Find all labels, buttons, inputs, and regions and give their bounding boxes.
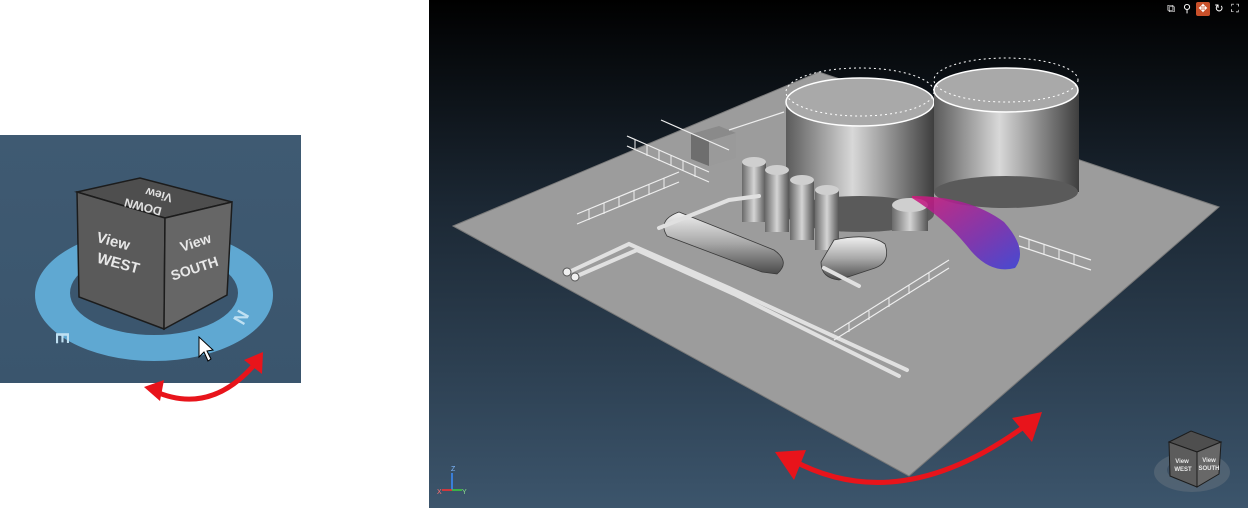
3d-viewport[interactable]: ⧉ ⚲ ✥ ↻ ⛶ View WEST View SOUTH Z X Y bbox=[429, 0, 1248, 508]
axis-triad: Z X Y bbox=[437, 466, 467, 496]
mini-cube-west-label-1: View bbox=[1175, 459, 1189, 465]
mini-cube-south-label-1: View bbox=[1202, 458, 1216, 464]
compass-east-label: E bbox=[52, 332, 72, 344]
pipe-end bbox=[562, 267, 572, 277]
rotate-icon[interactable]: ↻ bbox=[1212, 2, 1226, 16]
axis-z-label: Z bbox=[451, 466, 456, 473]
viewport-toolbar: ⧉ ⚲ ✥ ↻ ⛶ bbox=[1164, 2, 1242, 16]
rotate-arrow-icon-left bbox=[144, 352, 263, 402]
axis-x-label: X bbox=[437, 489, 442, 496]
pan-icon[interactable]: ✥ bbox=[1196, 2, 1210, 16]
axis-y-label: Y bbox=[462, 489, 467, 496]
storage-tank-2 bbox=[933, 57, 1079, 208]
mini-view-cube[interactable]: View WEST View SOUTH bbox=[1154, 430, 1230, 492]
pipe-end bbox=[570, 272, 580, 282]
mini-cube-south-label-2: SOUTH bbox=[1199, 466, 1220, 472]
plant-scene: View WEST View SOUTH Z X Y bbox=[437, 57, 1230, 496]
zoom-icon[interactable]: ⚲ bbox=[1180, 2, 1194, 16]
zoom-window-icon[interactable]: ⧉ bbox=[1164, 2, 1178, 16]
mini-cube-west-label-2: WEST bbox=[1174, 467, 1192, 473]
fullscreen-icon[interactable]: ⛶ bbox=[1228, 2, 1242, 16]
